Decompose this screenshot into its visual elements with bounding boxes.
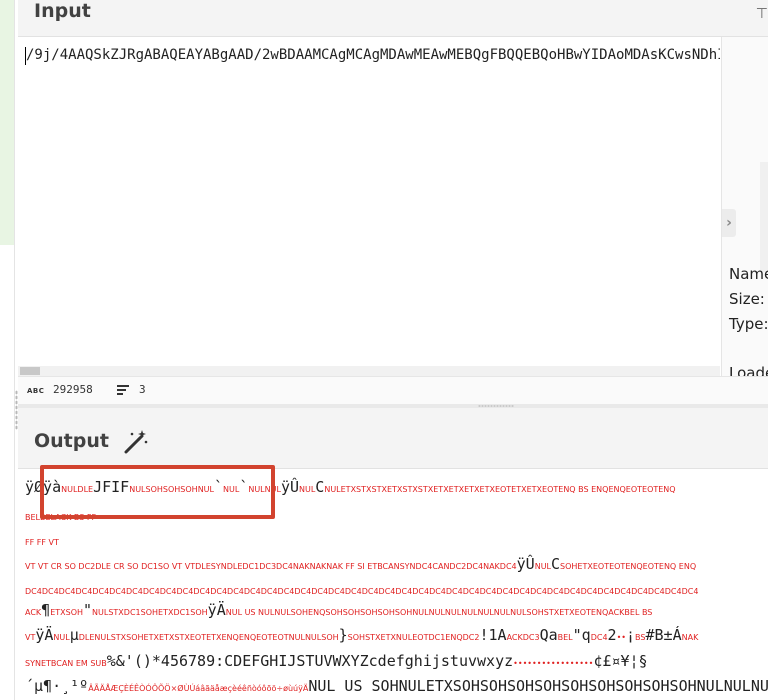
file-name-label: Name [729,265,768,283]
control-char-run: NULSTXDC1SOHETXDC1SOH [92,608,208,617]
file-size-label: Size: [729,290,765,308]
control-char-run: NULETXSTXSTXETXSTXSTXETXETXETXETXEOTETXE… [324,485,676,494]
output-text-run: " [83,601,93,619]
left-panel-highlight [0,0,14,245]
input-panel-header: Input ⊤ [18,0,768,37]
input-text: /9j/4AAQSkZJRgABAQEAYABgAAD/2wBDAAMCAgMC… [26,47,720,63]
file-loaded-label: Loade [729,364,768,376]
output-title: Output [34,430,109,452]
file-type-label: Type: [729,315,768,333]
input-title: Input [34,0,91,22]
control-char-run: ••••••••••••••••• [513,659,594,668]
control-char-run: SOHSTXETXNULEOTDC1ENQDC2 [347,633,480,642]
output-text-run: ¢£¤¥¦§ [593,652,648,670]
input-header-icon[interactable]: ⊤ [756,6,768,22]
input-length: 292958 [53,383,93,396]
control-char-run: VT [25,633,36,642]
collapse-chevron-icon[interactable]: › [722,209,736,237]
left-separator [14,0,15,700]
output-text-run: %&'()*456789:CDEFGHIJSTUVWXYZcdefghijstu… [106,652,514,670]
output-text-run: Qa [539,626,558,644]
control-char-run: VT VT CR SO DC2DLE CR SO DC1SO VT VTDLES… [25,562,517,571]
output-text-run: ¶ [41,601,51,619]
output-text-run: ÿÄ [35,626,54,644]
control-char-run: SOHETXEOTEOTENQEOTENQ ENQ [560,562,697,571]
magic-wand-icon[interactable] [121,428,149,456]
input-textarea[interactable]: /9j/4AAQSkZJRgABAQEAYABgAAD/2wBDAAMCAgMC… [18,37,720,376]
output-text-run: "q [572,626,591,644]
control-char-run: NUL [534,562,551,571]
output-text-run: ÿÄ [207,601,226,619]
output-text-run: ÿÛ [280,478,299,496]
file-details-pane: › Name Size: Type: Loade [721,37,768,376]
output-line: ´µ¶·¸¹ºÂÃÄÅÆÇÈÉÊÒÓÔÕÖ×ØÙÚáâãäåæçèéêñòóôõ… [25,676,768,695]
output-text-run: NUL US SOHNULETXSOHSOHSOHSOHSOHSOHSOHSOH… [308,677,768,695]
output-text-run: ´µ¶·¸¹º [25,677,89,695]
output-line: VTÿÄNULµDLENULSTXSOHETXETXSTXEOTETXENQEN… [25,625,698,644]
control-char-run: ETXSOH [50,608,84,617]
control-char-run: DC4DC4DC4DC4DC4DC4DC4DC4DC4DC4DC4DC4DC4D… [25,587,699,596]
input-horizontal-scrollbar[interactable] [18,366,720,376]
output-text-run: C [315,478,325,496]
output-text-run: #B±Á [645,626,682,644]
output-text-run: !1A [479,626,507,644]
output-text-run: ¡ [626,626,636,644]
control-char-run: NUL [299,485,316,494]
control-char-run: DLENULSTXSOHETXETXSTXEOTETXENQENQEOTEOTN… [78,633,339,642]
output-line: SYNETBCAN EM SUB%&'()*456789:CDEFGHIJSTU… [25,651,648,670]
output-text-run: C [551,555,561,573]
annotation-highlight-box [40,465,275,519]
output-line: ACK¶ETXSOH"NULSTXDC1SOHETXDC1SOHÿÄNUL US… [25,600,652,619]
scrollbar-thumb[interactable] [20,367,40,375]
lines-icon [117,385,129,396]
output-text-run: 2 [607,626,617,644]
output-text-run: } [338,626,348,644]
abc-icon: ABC [27,387,45,395]
input-status-bar: ABC 292958 3 [18,376,768,405]
control-char-run: NUL US NULNULSOHENQSOHSOHSOHSOHSOHNULNUL… [225,608,653,617]
output-line: FF FF VT [25,530,59,549]
output-text-run: ÿÛ [516,555,535,573]
control-char-run: DC4 [590,633,608,642]
control-char-run: SYNETBCAN EM SUB [25,659,107,668]
control-char-run: NAK [681,633,699,642]
output-panel-header: Output [18,408,768,469]
control-char-run: ACK [25,608,42,617]
control-char-run: ACKDC3 [506,633,540,642]
control-char-run: BS [635,633,646,642]
output-line: DC4DC4DC4DC4DC4DC4DC4DC4DC4DC4DC4DC4DC4D… [25,579,698,598]
divider-grip-icon[interactable] [478,405,514,407]
control-char-run: •• [616,633,627,642]
input-line-count: 3 [139,383,146,396]
output-line: VT VT CR SO DC2DLE CR SO DC1SO VT VTDLES… [25,554,696,573]
output-text-run: µ [69,626,79,644]
control-char-run: FF FF VT [25,538,59,547]
file-thumbnail-icon [760,162,768,272]
control-char-run: NUL [53,633,70,642]
control-char-run: ÂÃÄÅÆÇÈÉÊÒÓÔÕÖ×ØÙÚáâãäåæçèéêñòóôõö÷øùúÿÄ [88,684,309,693]
control-char-run: BEL [557,633,573,642]
